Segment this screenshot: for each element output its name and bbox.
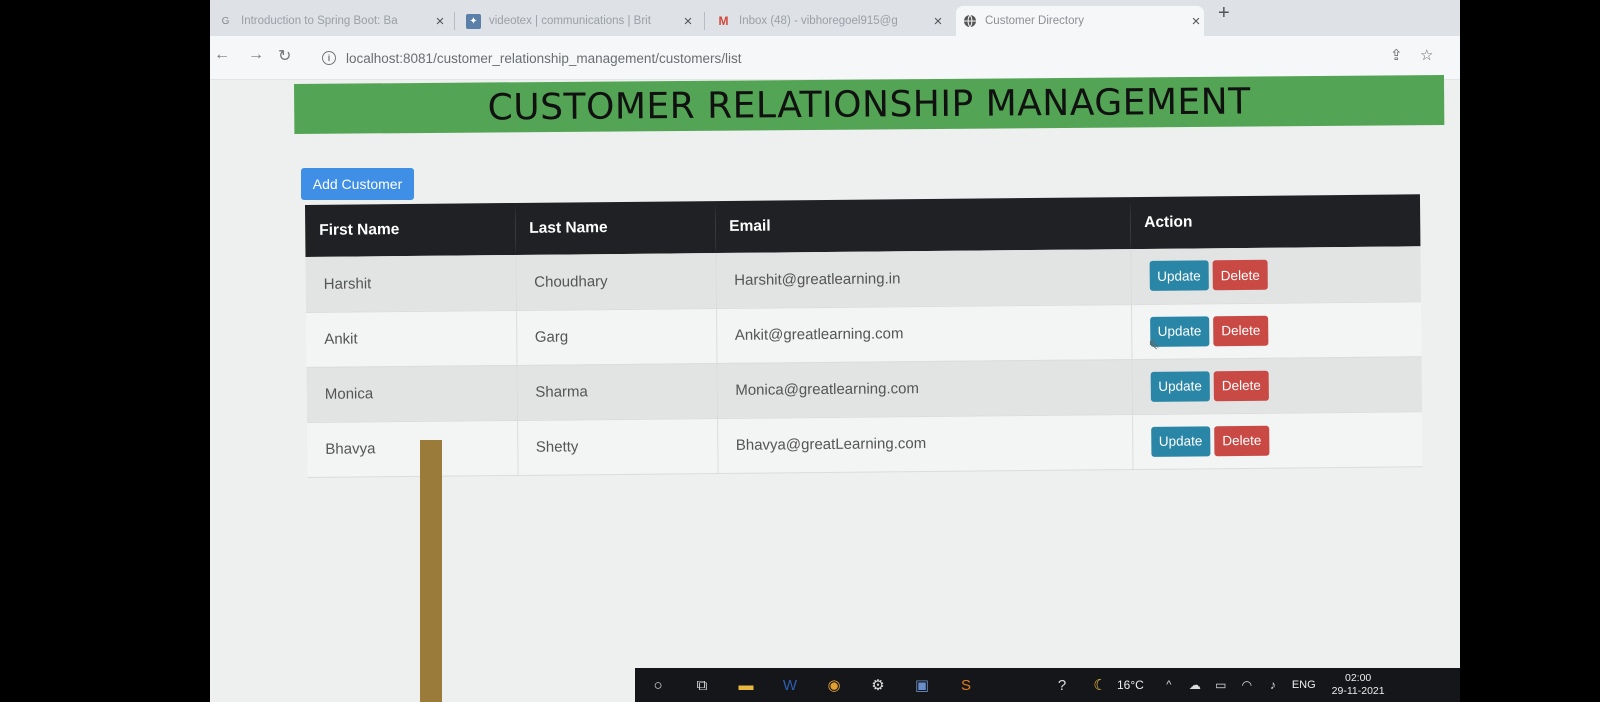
action-cell: Update Delete — [1131, 356, 1423, 415]
action-cell: Update Delete — [1130, 246, 1421, 305]
tab-videotex[interactable]: ✦ videotex | communications | Brit × — [460, 6, 696, 36]
task-view-icon[interactable]: ⧉ — [689, 677, 715, 694]
chrome-icon[interactable]: ◉ — [821, 676, 847, 694]
delete-button[interactable]: Delete — [1214, 425, 1270, 456]
photo-scene: G Introduction to Spring Boot: Ba × ✦ vi… — [0, 0, 1600, 702]
globe-icon — [962, 14, 977, 29]
reload-icon[interactable]: ↻ — [278, 46, 291, 66]
bookmark-star-icon[interactable]: ☆ — [1420, 46, 1433, 64]
battery-icon[interactable]: ▭ — [1208, 678, 1234, 692]
last-name-cell: Sharma — [516, 363, 718, 420]
tab-title: Customer Directory — [985, 15, 1085, 27]
action-cell: Update Delete — [1132, 411, 1423, 470]
tab-title: videotex | communications | Brit — [489, 15, 651, 27]
system-clock[interactable]: 02:00 29-11-2021 — [1332, 672, 1385, 698]
email-cell: Ankit@greatlearning.com — [716, 304, 1132, 364]
email-cell: Bhavya@greatLearning.com — [717, 414, 1133, 474]
page-title: CUSTOMER RELATIONSHIP MANAGEMENT — [487, 80, 1251, 128]
word-icon[interactable]: W — [777, 677, 803, 694]
close-icon[interactable]: × — [930, 13, 946, 30]
clock-date: 29-11-2021 — [1331, 685, 1385, 697]
tab-strip: G Introduction to Spring Boot: Ba × ✦ vi… — [210, 0, 1460, 36]
tab-title: Introduction to Spring Boot: Ba — [241, 15, 398, 27]
last-name-cell: Choudhary — [515, 253, 717, 310]
column-header-last-name: Last Name — [529, 219, 608, 237]
gmail-icon: M — [718, 14, 729, 28]
delete-button[interactable]: Delete — [1212, 260, 1268, 291]
first-name-cell: Monica — [306, 364, 518, 422]
weather-moon-icon: ☾ — [1093, 677, 1107, 694]
delete-button[interactable]: Delete — [1213, 370, 1269, 401]
add-customer-button[interactable]: Add Customer — [301, 168, 414, 200]
tab-spring-boot[interactable]: G Introduction to Spring Boot: Ba × — [212, 6, 448, 36]
customer-table-wrapper: First Name Last Name Email Action Harshi… — [305, 194, 1423, 477]
forward-arrow-icon[interactable]: → — [248, 46, 264, 64]
tab-title: Inbox (48) - vibhoregoel915@g — [739, 15, 898, 27]
language-indicator[interactable]: ENG — [1292, 679, 1316, 691]
update-button[interactable]: Update — [1149, 260, 1209, 292]
tab-separator — [454, 12, 455, 30]
clock-time: 02:00 — [1344, 672, 1372, 684]
close-icon[interactable]: × — [680, 13, 696, 30]
windows-taskbar: ○ ⧉ ▬ W ◉ ⚙ ▣ S ? ☾ 16°C ^ ☁ ▭ ◠ ♪ ENG 0… — [635, 668, 1460, 702]
action-cell: Update Delete — [1130, 301, 1422, 360]
eclipse-icon[interactable]: ▣ — [909, 676, 935, 694]
chevron-up-icon[interactable]: ^ — [1156, 679, 1182, 691]
mouse-cursor-icon: ⇖ — [1148, 336, 1160, 352]
info-icon[interactable]: i — [322, 51, 336, 65]
tab-customer-directory[interactable]: Customer Directory × — [956, 6, 1204, 36]
browser-window: G Introduction to Spring Boot: Ba × ✦ vi… — [210, 0, 1460, 702]
britannica-icon: ✦ — [466, 13, 481, 29]
first-name-cell: Bhavya — [307, 419, 518, 477]
settings-gear-icon[interactable]: ⚙ — [865, 676, 891, 694]
column-header-action: Action — [1144, 213, 1193, 231]
address-toolbar: ← → ↻ i localhost:8081/customer_relation… — [210, 36, 1460, 80]
update-button[interactable]: Update — [1150, 370, 1210, 402]
customer-table: First Name Last Name Email Action Harshi… — [305, 194, 1423, 477]
help-icon[interactable]: ? — [1049, 677, 1075, 694]
sublime-icon[interactable]: S — [953, 677, 979, 694]
back-arrow-icon[interactable]: ← — [214, 46, 230, 64]
cloud-icon[interactable]: ☁ — [1182, 678, 1208, 692]
table-row: Bhavya Shetty Bhavya@greatLearning.com U… — [307, 411, 1423, 477]
page-content: CUSTOMER RELATIONSHIP MANAGEMENT Add Cus… — [210, 74, 1460, 670]
share-icon[interactable]: ⇪ — [1390, 46, 1403, 64]
column-header-email: Email — [729, 217, 771, 235]
column-header-first-name: First Name — [319, 221, 400, 239]
new-tab-button[interactable]: + — [1218, 2, 1230, 25]
email-cell: Harshit@greatlearning.in — [715, 249, 1131, 309]
delete-button[interactable]: Delete — [1213, 315, 1269, 346]
close-icon[interactable]: × — [432, 13, 448, 30]
wifi-icon[interactable]: ◠ — [1234, 678, 1260, 692]
tab-inbox[interactable]: M Inbox (48) - vibhoregoel915@g × — [710, 6, 946, 36]
update-button[interactable]: Update — [1150, 425, 1211, 457]
background-object — [420, 440, 442, 702]
first-name-cell: Harshit — [305, 254, 517, 312]
google-icon: G — [221, 15, 230, 27]
address-bar[interactable]: i localhost:8081/customer_relationship_m… — [310, 43, 1380, 73]
tab-separator — [704, 12, 705, 30]
search-icon[interactable]: ○ — [645, 677, 671, 694]
url-text: localhost:8081/customer_relationship_man… — [346, 50, 742, 66]
temperature-text: 16°C — [1117, 678, 1144, 692]
volume-icon[interactable]: ♪ — [1260, 678, 1286, 692]
file-explorer-icon[interactable]: ▬ — [733, 677, 759, 694]
header-banner: CUSTOMER RELATIONSHIP MANAGEMENT — [294, 74, 1445, 134]
last-name-cell: Garg — [516, 308, 717, 365]
first-name-cell: Ankit — [306, 309, 517, 367]
close-icon[interactable]: × — [1188, 13, 1204, 30]
email-cell: Monica@greatlearning.com — [716, 359, 1133, 419]
last-name-cell: Shetty — [517, 418, 718, 475]
